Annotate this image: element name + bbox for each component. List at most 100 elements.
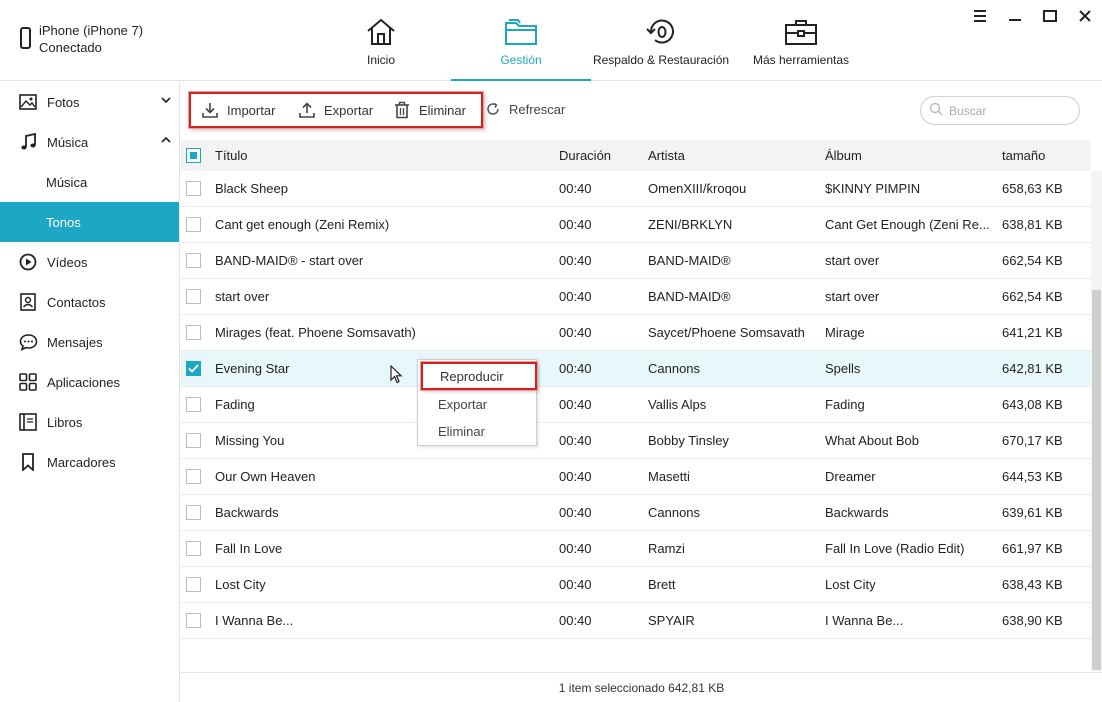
folder-icon	[504, 16, 538, 48]
cell-album: Cant Get Enough (Zeni Re...	[825, 217, 990, 232]
table-row[interactable]: Evening Star 00:40 Cannons Spells 642,81 KB	[181, 351, 1091, 387]
row-checkbox[interactable]	[186, 217, 201, 232]
table-row[interactable]: start over 00:40 BAND-MAID® start over 662,5…	[181, 279, 1091, 315]
table-row[interactable]: Fall In Love 00:40 Ramzi Fall In Love (Radi…	[181, 531, 1091, 567]
cell-duration: 00:40	[559, 505, 592, 520]
export-button[interactable]: Exportar	[298, 94, 373, 126]
search-input[interactable]	[949, 103, 1069, 118]
row-checkbox[interactable]	[186, 541, 201, 556]
sidebar-item-fotos[interactable]: Fotos	[0, 82, 179, 122]
context-menu: Reproducir Exportar Eliminar	[417, 359, 537, 446]
menu-icon[interactable]	[972, 8, 987, 23]
home-icon	[364, 16, 398, 48]
cell-album: Dreamer	[825, 469, 876, 484]
cell-title: Backwards	[215, 505, 279, 520]
import-button[interactable]: Importar	[201, 94, 275, 126]
import-label: Importar	[227, 102, 276, 118]
minimize-icon[interactable]	[1007, 8, 1022, 23]
apps-grid-icon	[18, 372, 38, 392]
cell-title: Lost City	[215, 577, 266, 592]
cell-album: Spells	[825, 361, 861, 376]
table-row[interactable]: Black Sheep 00:40 OmenXIII/ƙroqou $KINNY PI…	[181, 171, 1091, 207]
row-checkbox[interactable]	[186, 289, 201, 304]
row-checkbox[interactable]	[186, 181, 201, 196]
column-size-header[interactable]: tamaño	[1002, 140, 1092, 171]
cell-size: 638,43 KB	[1002, 577, 1063, 592]
cell-album: start over	[825, 289, 880, 304]
table-row[interactable]: Backwards 00:40 Cannons Backwards 639,61 KB	[181, 495, 1091, 531]
row-checkbox[interactable]	[186, 433, 201, 448]
row-checkbox[interactable]	[186, 469, 201, 484]
sidebar-item-libros[interactable]: Libros	[0, 402, 179, 442]
cell-duration: 00:40	[559, 181, 592, 196]
maximize-icon[interactable]	[1042, 8, 1057, 23]
cell-title: start over	[215, 289, 270, 304]
row-checkbox[interactable]	[186, 325, 201, 340]
cell-album: I Wanna Be...	[825, 613, 904, 628]
sidebar-item-contactos[interactable]: Contactos	[0, 282, 179, 322]
table-row[interactable]: Missing You 00:40 Bobby Tinsley What About …	[181, 423, 1091, 459]
table-row[interactable]: Mirages (feat. Phoene Somsavath) 00:40 Say…	[181, 315, 1091, 351]
column-artist-header[interactable]: Artista	[648, 140, 818, 171]
backup-restore-icon	[644, 16, 678, 48]
cell-title: Our Own Heaven	[215, 469, 316, 484]
row-checkbox[interactable]	[186, 361, 201, 376]
context-menu-play[interactable]: Reproducir	[421, 362, 537, 390]
sidebar-item-label: Marcadores	[47, 454, 116, 470]
column-album-header[interactable]: Álbum	[825, 140, 997, 171]
chevron-up-icon[interactable]	[161, 135, 171, 145]
context-menu-delete[interactable]: Eliminar	[438, 424, 485, 439]
chevron-down-icon[interactable]	[161, 95, 171, 105]
delete-button[interactable]: Eliminar	[393, 94, 466, 126]
nav-herramientas[interactable]: Más herramientas	[751, 0, 851, 81]
photo-icon	[18, 92, 38, 112]
cell-artist: ZENI/BRKLYN	[648, 217, 733, 232]
row-checkbox[interactable]	[186, 577, 201, 592]
cell-size: 644,53 KB	[1002, 469, 1063, 484]
device-status: Conectado	[39, 40, 102, 55]
row-checkbox[interactable]	[186, 613, 201, 628]
table-row[interactable]: BAND-MAID® - start over 00:40 BAND-MAID® st…	[181, 243, 1091, 279]
nav-inicio[interactable]: Inicio	[345, 0, 417, 81]
cell-duration: 00:40	[559, 217, 592, 232]
table-row[interactable]: Our Own Heaven 00:40 Masetti Dreamer 644,53 …	[181, 459, 1091, 495]
row-checkbox[interactable]	[186, 505, 201, 520]
sidebar-item-aplicaciones[interactable]: Aplicaciones	[0, 362, 179, 402]
table-row[interactable]: Cant get enough (Zeni Remix) 00:40 ZENI/BR…	[181, 207, 1091, 243]
row-checkbox[interactable]	[186, 253, 201, 268]
sidebar-item-mensajes[interactable]: Mensajes	[0, 322, 179, 362]
sidebar-item-label: Contactos	[47, 294, 106, 310]
table-row[interactable]: Lost City 00:40 Brett Lost City 638,43 KB	[181, 567, 1091, 603]
toolbar-actions-group: Importar Exportar Eliminar	[189, 92, 483, 128]
sidebar-item-label: Tonos	[46, 214, 81, 230]
table-header: Título Duración Artista Álbum tamaño	[181, 140, 1091, 171]
nav-gestion[interactable]: Gestión	[451, 0, 591, 81]
sidebar-subitem-musica[interactable]: Música	[0, 162, 179, 202]
sidebar-item-videos[interactable]: Vídeos	[0, 242, 179, 282]
cell-size: 641,21 KB	[1002, 325, 1063, 340]
music-note-icon	[18, 132, 38, 152]
sidebar-item-marcadores[interactable]: Marcadores	[0, 442, 179, 482]
cell-title: Mirages (feat. Phoene Somsavath)	[215, 325, 416, 340]
mouse-cursor-icon	[390, 365, 403, 384]
nav-respaldo[interactable]: Respaldo & Restauración	[593, 0, 729, 81]
table-row[interactable]: I Wanna Be... 00:40 SPYAIR I Wanna Be... 638…	[181, 603, 1091, 639]
cell-album: Backwards	[825, 505, 889, 520]
sidebar-item-musica[interactable]: Música	[0, 122, 179, 162]
column-duration-header[interactable]: Duración	[559, 140, 639, 171]
close-icon[interactable]	[1077, 8, 1092, 23]
ringtones-table: Título Duración Artista Álbum tamaño Bla…	[181, 140, 1091, 639]
refresh-button[interactable]: Refrescar	[485, 98, 565, 120]
sidebar-subitem-tonos[interactable]: Tonos	[0, 202, 179, 242]
scrollbar-thumb[interactable]	[1092, 290, 1101, 670]
cell-title: Fall In Love	[215, 541, 283, 556]
book-icon	[18, 412, 38, 432]
column-title-header[interactable]: Título	[215, 140, 550, 171]
row-checkbox[interactable]	[186, 397, 201, 412]
import-icon	[201, 101, 219, 119]
search-box[interactable]	[920, 96, 1080, 125]
device-info: iPhone (iPhone 7) Conectado	[20, 22, 143, 56]
context-menu-export[interactable]: Exportar	[438, 397, 487, 412]
select-all-checkbox[interactable]	[186, 148, 201, 163]
table-row[interactable]: Fading 00:40 Vallis Alps Fading 643,08 KB	[181, 387, 1091, 423]
